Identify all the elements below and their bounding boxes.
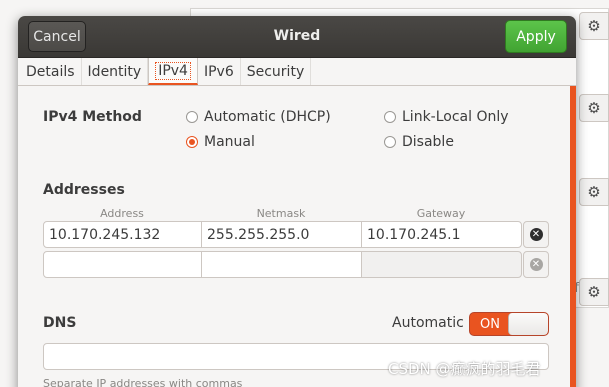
delete-address-button[interactable]: ✕ (523, 221, 549, 248)
tab-ipv4-label: IPv4 (155, 61, 191, 80)
tab-identity[interactable]: Identity (82, 58, 149, 85)
gear-icon[interactable]: ⚙ (579, 94, 609, 122)
tab-details[interactable]: Details (20, 58, 82, 85)
ipv4-method-label: IPv4 Method (43, 109, 142, 125)
watermark: CSDN @癫疯的羽毛君 (388, 360, 541, 378)
dns-hint: Separate IP addresses with commas (43, 377, 243, 387)
radio-manual[interactable]: Manual (186, 134, 255, 150)
tab-ipv6[interactable]: IPv6 (198, 58, 241, 85)
radio-label: Automatic (DHCP) (204, 109, 331, 125)
addresses-table: 10.170.245.132 255.255.255.0 10.170.245.… (43, 221, 522, 281)
close-icon: ✕ (529, 228, 543, 241)
tab-security[interactable]: Security (241, 58, 312, 85)
tab-ipv4[interactable]: IPv4 (148, 58, 198, 85)
radio-label: Disable (402, 134, 454, 150)
dns-label: DNS (43, 315, 77, 331)
wired-dialog: Cancel Wired Apply Details Identity IPv4… (18, 16, 576, 387)
gateway-field[interactable]: 10.170.245.1 (361, 221, 522, 248)
column-header-netmask: Netmask (256, 207, 306, 220)
scrollbar[interactable] (570, 86, 576, 387)
close-icon: ✕ (529, 258, 543, 271)
apply-button[interactable]: Apply (505, 20, 567, 53)
radio-link-local-only[interactable]: Link-Local Only (384, 109, 509, 125)
dns-automatic-label: Automatic (392, 315, 464, 331)
tab-bar: Details Identity IPv4 IPv6 Security (18, 58, 576, 86)
radio-indicator (186, 136, 198, 148)
gear-icon[interactable]: ⚙ (579, 278, 609, 306)
gear-icon[interactable]: ⚙ (579, 178, 609, 206)
toggle-knob (508, 313, 548, 335)
column-header-address: Address (100, 207, 144, 220)
dialog-title: Wired (273, 28, 321, 44)
gateway-field[interactable] (361, 251, 522, 278)
dns-automatic-toggle[interactable]: ON (469, 312, 549, 336)
gear-icon[interactable]: ⚙ (579, 12, 609, 40)
netmask-field[interactable]: 255.255.255.0 (201, 221, 362, 248)
cancel-button[interactable]: Cancel (28, 21, 86, 52)
table-row (43, 251, 522, 278)
delete-address-button[interactable]: ✕ (523, 251, 549, 278)
address-field[interactable] (43, 251, 202, 278)
radio-disable[interactable]: Disable (384, 134, 454, 150)
address-field[interactable]: 10.170.245.132 (43, 221, 202, 248)
netmask-field[interactable] (201, 251, 362, 278)
radio-label: Link-Local Only (402, 109, 509, 125)
headerbar: Cancel Wired Apply (18, 16, 576, 58)
radio-automatic-dhcp[interactable]: Automatic (DHCP) (186, 109, 331, 125)
table-row: 10.170.245.132 255.255.255.0 10.170.245.… (43, 221, 522, 248)
radio-indicator (384, 136, 396, 148)
radio-label: Manual (204, 134, 255, 150)
toggle-on-label: ON (480, 316, 500, 332)
column-header-gateway: Gateway (416, 207, 466, 220)
addresses-label: Addresses (43, 182, 125, 198)
radio-indicator (186, 111, 198, 123)
radio-indicator (384, 111, 396, 123)
